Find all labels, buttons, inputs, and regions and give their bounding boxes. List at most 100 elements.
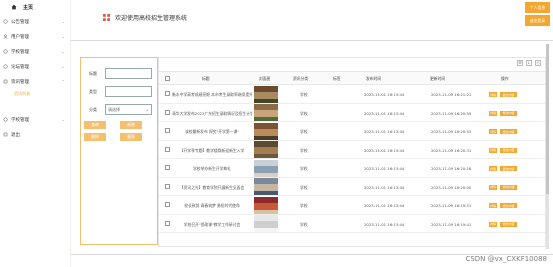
cover-thumbnail [254,122,278,140]
sidebar-item-news[interactable]: 资讯管理 ⌃ [0,74,70,89]
view-button[interactable]: 详情 [489,147,497,153]
row-checkbox[interactable] [165,220,170,226]
category-filter-label: 分类 [89,106,97,112]
header: 欢迎使用高校招生管理系统 [71,0,553,38]
column-header-published[interactable]: 发布时间 [366,76,381,82]
logout-button[interactable]: 退出登录 [525,15,550,26]
edit-button[interactable]: 修改内容 [500,184,517,190]
cell-published: 2023-11-01 16:13:44 [364,184,405,190]
chevron-down-icon: ⌄ [61,117,65,122]
column-header-actions: 操作 [501,76,509,81]
cell-category: 学校 [300,166,308,171]
table-row: 校长致辞 青春筑梦 勇担时代使命 学校 2023-11-01 16:13:44 202… [159,196,545,215]
row-checkbox[interactable] [165,91,170,96]
column-header-tag[interactable]: 标签 [333,76,341,82]
row-checkbox[interactable] [165,109,170,115]
chevron-down-icon: ⌄ [61,64,65,69]
cell-category: 学校 [300,184,308,190]
search-button[interactable]: 查询 [84,121,106,129]
filter-icon[interactable]: ☰ [517,60,523,66]
news-table: ☰ ↓ ⎙ 标题 封面图 资讯分类 标签 发布时间 更新时间 操作 衡水中学高考… [158,57,546,247]
print-icon[interactable]: ⎙ [535,60,541,66]
cell-updated: 2023-11-09 16:20:18 [431,166,472,171]
chevron-down-icon: ⌄ [61,34,65,39]
cell-updated: 2023-11-09 16:19:51 [431,203,472,208]
sidebar-home[interactable]: 主页 [0,0,70,14]
add-button[interactable]: 新增 [120,121,142,129]
select-all-checkbox[interactable] [165,76,170,81]
sidebar-item-users[interactable]: 用户管理 ⌄ [0,29,70,44]
category-select[interactable]: 请选择 ⌄ [105,104,152,115]
view-button[interactable]: 详情 [489,110,497,116]
row-checkbox[interactable] [165,165,170,170]
export-icon[interactable]: ↓ [526,60,532,66]
school-icon [3,117,8,122]
edit-button[interactable]: 修改内容 [500,147,517,153]
logout-icon [3,132,8,137]
delete-button[interactable]: 删除 [84,133,106,141]
row-checkbox[interactable] [165,128,170,133]
cell-category: 学校 [300,221,308,227]
cover-thumbnail [254,85,278,103]
view-button[interactable]: 详情 [489,184,497,190]
edit-button[interactable]: 修改内容 [500,92,517,97]
table-row: 【资讯之光】教育学院开展新生见面会 学校 2023-11-01 16:13:44 20… [159,178,545,196]
cover-thumbnail [254,104,278,121]
type-input[interactable] [105,86,152,97]
watermark: CSDN @vx_CXKF10088 [465,255,547,263]
cell-published: 2023-11-01 16:13:44 [364,221,405,227]
report-button[interactable]: 报表 [120,133,142,141]
cell-title: 学校举办新生开学典礼 [193,166,231,171]
edit-button[interactable]: 修改内容 [500,110,517,116]
cell-published: 2023-11-01 16:13:44 [364,110,405,116]
edit-button[interactable]: 修改内容 [500,129,517,134]
sidebar-item-school-mgmt[interactable]: 学校管理 ⌄ [0,112,70,127]
sidebar-item-label: 学校管理 [11,117,29,123]
cell-category: 学校 [300,110,308,116]
sidebar-item-label: 退出 [11,132,20,138]
scrollbar-thumb[interactable] [546,44,549,194]
column-header-category[interactable]: 资讯分类 [293,76,308,82]
sidebar-home-label: 主页 [23,4,34,11]
title-input[interactable] [105,68,152,79]
cell-title: 该校最新发布 探究"开学第一课" [184,129,240,134]
view-button[interactable]: 详情 [489,221,497,227]
forum-icon [3,64,8,69]
row-checkbox[interactable] [165,146,170,152]
cell-published: 2023-11-01 16:13:44 [364,129,405,134]
header-divider [71,40,553,41]
column-header-updated[interactable]: 更新时间 [430,76,445,82]
edit-button[interactable]: 修改内容 [500,221,517,227]
view-button[interactable]: 详情 [489,203,497,208]
sidebar-item-announcements[interactable]: 公告管理 ⌄ [0,14,70,29]
cell-published: 2023-11-01 16:13:44 [364,203,405,208]
chevron-down-icon: ⌄ [61,49,65,54]
school-icon [3,49,8,54]
row-checkbox[interactable] [165,202,170,207]
sidebar-item-schools[interactable]: 学校管理 ⌄ [0,44,70,59]
view-button[interactable]: 详情 [489,166,497,171]
view-button[interactable]: 详情 [489,92,497,97]
column-header-title[interactable]: 标题 [202,76,210,82]
cell-published: 2023-11-01 16:13:44 [364,166,405,171]
cover-thumbnail [254,159,278,177]
sidebar-item-label: 资讯管理 [11,79,29,85]
cell-category: 学校 [300,203,308,208]
row-checkbox[interactable] [165,183,170,189]
title-filter: 标题 [89,68,152,79]
cell-title: 校长致辞 青春筑梦 勇担时代使命 [184,203,240,208]
sidebar-item-forum[interactable]: 论坛管理 ⌄ [0,59,70,74]
cover-thumbnail [254,196,278,214]
edit-button[interactable]: 修改内容 [500,166,517,171]
sidebar-subitem-news-list[interactable]: 资讯列表 [0,89,70,98]
edit-button[interactable]: 修改内容 [500,203,517,208]
type-filter: 类型 [89,86,152,97]
grid-icon [103,14,110,21]
cell-updated: 2023-11-09 16:20:00 [431,184,472,190]
page-title-text: 欢迎使用高校招生管理系统 [115,15,188,22]
personal-info-button[interactable]: 个人信息 [525,2,550,13]
sidebar-item-logout[interactable]: 退出 [0,127,70,142]
view-button[interactable]: 详情 [489,129,497,134]
category-filter: 分类 请选择 ⌄ [89,104,152,115]
cell-title: 【资讯之光】教育学院开展新生见面会 [179,184,245,190]
